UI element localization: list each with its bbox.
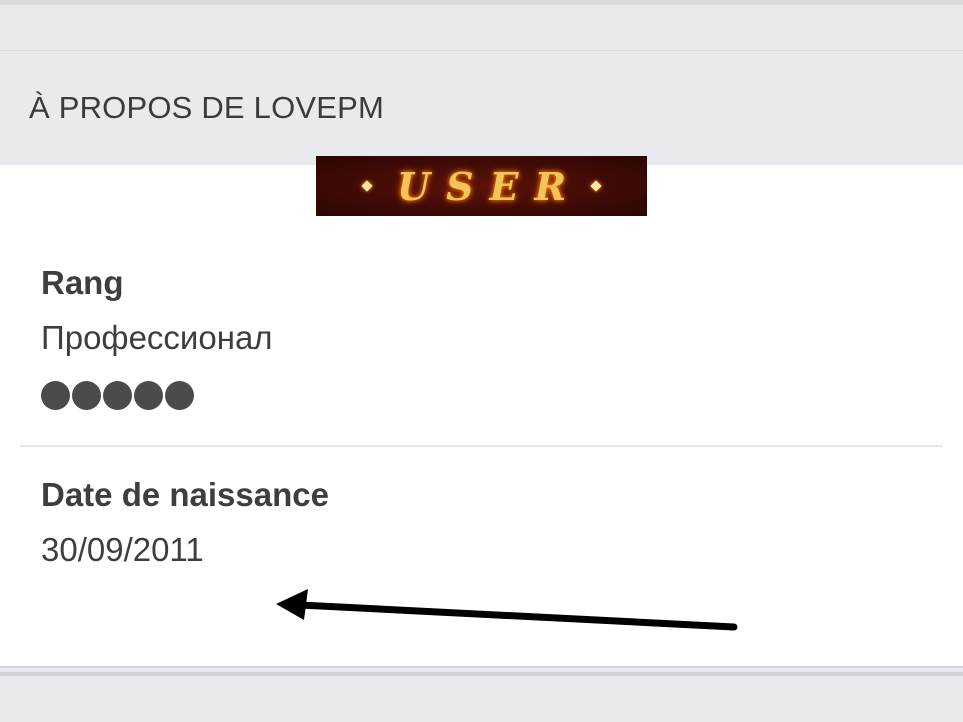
rank-value: Профессионал (41, 319, 273, 356)
arrow-head (276, 589, 308, 620)
rank-dot-icon (72, 381, 101, 410)
rank-dot-icon (134, 381, 163, 410)
rank-dot-icon (165, 381, 194, 410)
rank-dot-icon (103, 381, 132, 410)
diamond-icon (361, 180, 373, 192)
bottom-divider-strip (0, 672, 963, 676)
birthdate-value: 30/09/2011 (41, 531, 204, 568)
about-card: À PROPOS DE LOVEPM (0, 50, 963, 668)
birthdate-label: Date de naissance (41, 476, 329, 513)
rank-dot-icon (41, 381, 70, 410)
field-divider (20, 445, 943, 447)
rank-label: Rang (41, 264, 124, 301)
about-card-title: À PROPOS DE LOVEPM (29, 89, 385, 125)
rank-image-text: USER (396, 163, 583, 209)
rank-image: USER (316, 156, 647, 216)
about-card-header[interactable]: À PROPOS DE LOVEPM (0, 51, 963, 165)
top-divider-strip (0, 0, 963, 5)
arrow-left-icon (276, 589, 738, 631)
arrow-shaft (296, 601, 738, 631)
rank-dots (41, 381, 194, 410)
diamond-icon (590, 180, 602, 192)
